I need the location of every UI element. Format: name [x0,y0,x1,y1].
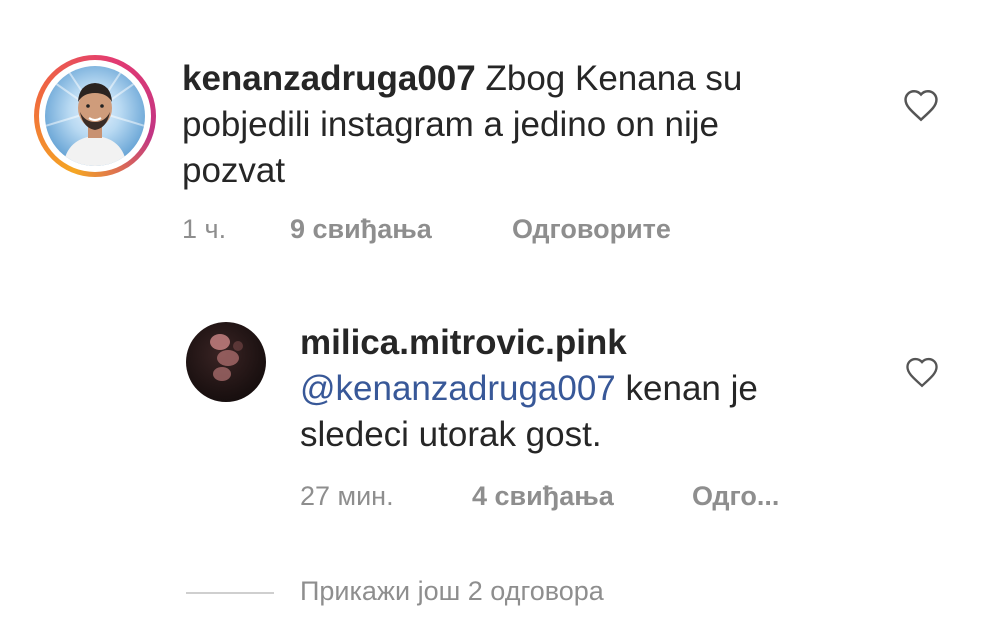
avatar [45,66,145,166]
mention-link[interactable]: @kenanzadruga007 [300,369,616,408]
comment-body: kenanzadruga007 Zbog Kenana su pobjedili… [182,56,832,194]
view-more-replies-link[interactable]: Прикажи још 2 одговора [300,576,604,607]
heart-outline-icon[interactable] [902,88,940,127]
comment-text-line: Zbog Kenana su [485,59,743,98]
avatar[interactable] [186,322,266,402]
heart-outline-icon[interactable] [904,356,940,393]
comment-username[interactable]: kenanzadruga007 [182,59,476,98]
reply-button[interactable]: Одго... [692,481,779,512]
replies-divider [186,592,274,594]
reply-text-line: sledeci utorak gost. [300,415,602,454]
reply-username[interactable]: milica.mitrovic.pink [300,320,860,366]
comment-text-line: pobjedili instagram a jedino on nije [182,105,720,144]
reply-button[interactable]: Одговорите [512,214,671,245]
comment-text-line: pozvat [182,151,286,190]
reply-body: milica.mitrovic.pink @kenanzadruga007 ke… [300,320,860,458]
comment-time: 1 ч. [182,214,227,244]
avatar-story-ring[interactable] [34,55,156,177]
reply-likes-count[interactable]: 4 свиђања [472,481,614,512]
reply-text-line: kenan je [625,369,758,408]
reply-time: 27 мин. [300,481,394,511]
comment-likes-count[interactable]: 9 свиђања [290,214,432,245]
